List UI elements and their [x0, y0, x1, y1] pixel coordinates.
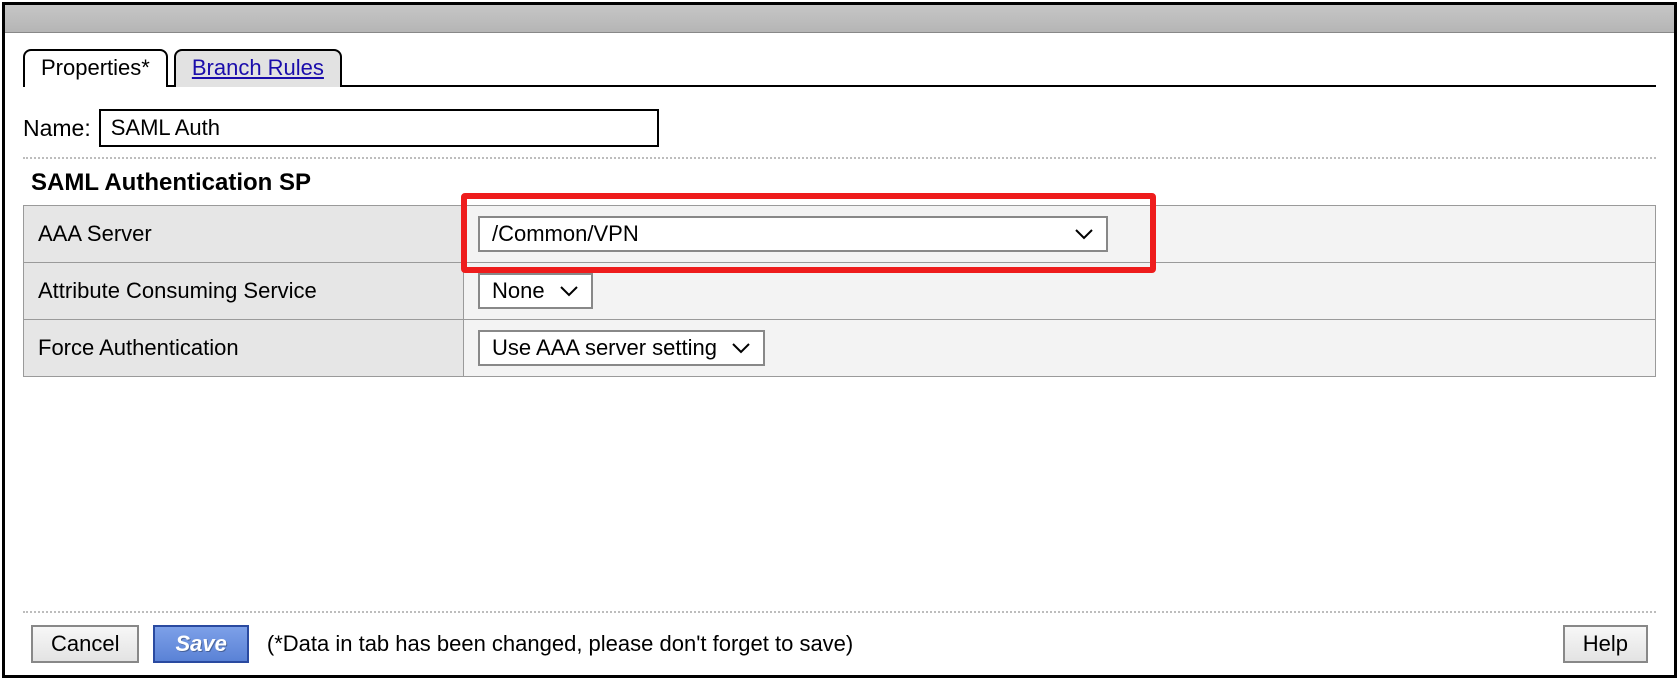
name-input[interactable]	[99, 109, 659, 147]
titlebar	[5, 5, 1674, 33]
select-acs[interactable]: None	[478, 273, 593, 309]
content-area: Properties* Branch Rules Name: SAML Auth…	[5, 33, 1674, 675]
label-force-auth: Force Authentication	[24, 320, 464, 377]
tabs-row: Properties* Branch Rules	[23, 47, 1656, 87]
label-acs: Attribute Consuming Service	[24, 263, 464, 320]
section-title: SAML Authentication SP	[31, 169, 1656, 197]
row-force-auth: Force Authentication Use AAA server sett…	[24, 320, 1656, 377]
tab-properties[interactable]: Properties*	[23, 49, 168, 87]
select-acs-value: None	[492, 278, 545, 304]
chevron-down-icon	[559, 285, 579, 297]
select-force-auth[interactable]: Use AAA server setting	[478, 330, 765, 366]
name-row: Name:	[23, 109, 1656, 147]
row-aaa-server: AAA Server /Common/VPN	[24, 206, 1656, 263]
chevron-down-icon	[1074, 228, 1094, 240]
form-table: AAA Server /Common/VPN Attribute Consumi…	[23, 205, 1656, 377]
select-aaa-server-value: /Common/VPN	[492, 221, 639, 247]
select-aaa-server[interactable]: /Common/VPN	[478, 216, 1108, 252]
select-force-auth-value: Use AAA server setting	[492, 335, 717, 361]
name-label: Name:	[23, 115, 91, 142]
chevron-down-icon	[731, 342, 751, 354]
dialog-window: Properties* Branch Rules Name: SAML Auth…	[2, 2, 1677, 678]
tab-branch-rules[interactable]: Branch Rules	[174, 49, 342, 87]
cancel-button[interactable]: Cancel	[31, 625, 139, 663]
row-acs: Attribute Consuming Service None	[24, 263, 1656, 320]
divider	[23, 157, 1656, 159]
footer: Cancel Save (*Data in tab has been chang…	[23, 611, 1656, 675]
help-button[interactable]: Help	[1563, 625, 1648, 663]
form-wrap: AAA Server /Common/VPN Attribute Consumi…	[23, 205, 1656, 377]
save-hint: (*Data in tab has been changed, please d…	[267, 631, 853, 657]
save-button[interactable]: Save	[153, 625, 248, 663]
label-aaa-server: AAA Server	[24, 206, 464, 263]
